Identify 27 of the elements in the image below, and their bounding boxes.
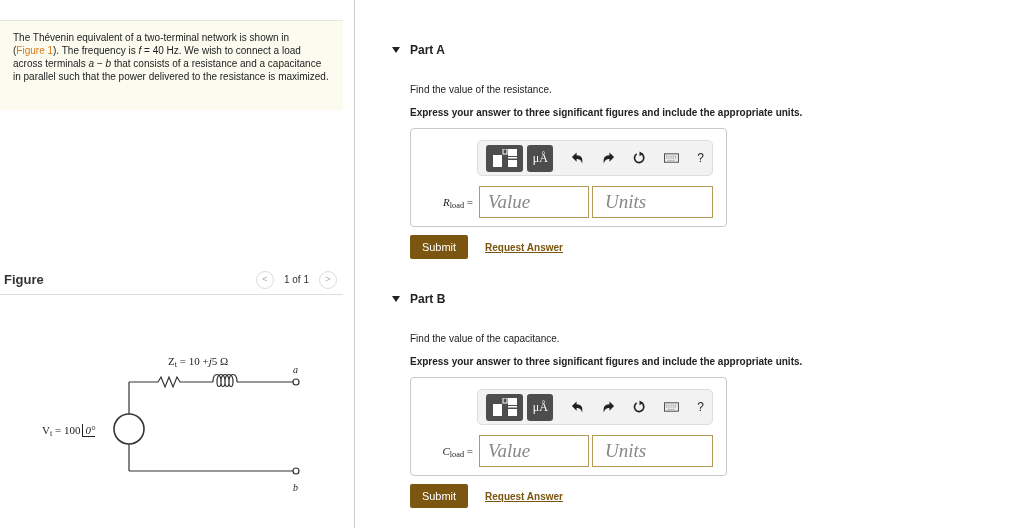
variable-label: R$_{load}$ = (443, 194, 473, 211)
answer-instruction: Express your answer to three significant figures and include the appropriate units. (410, 355, 803, 369)
help-button[interactable]: ? (697, 398, 704, 416)
value-field[interactable]: Value (479, 186, 589, 218)
part-title[interactable]: Part A (410, 41, 445, 59)
part-title[interactable]: Part B (410, 290, 446, 308)
request-answer-link[interactable]: Request Answer (485, 239, 563, 255)
answer-instruction: Express your answer to three significant figures and include the appropriate units. (410, 106, 803, 120)
terminal-label: b (293, 481, 298, 495)
submit-button[interactable]: Submit (410, 484, 468, 508)
submit-button[interactable]: Submit (410, 235, 468, 259)
units-button[interactable]: μÅ (527, 144, 554, 172)
request-answer-link[interactable]: Request Answer (485, 488, 563, 504)
terminal-label: a (293, 363, 298, 377)
question-prompt: Find the value of the capacitance. (410, 332, 561, 346)
impedance-label: Z$_{t}$ = 10 +j5 Ω (168, 354, 229, 370)
question-prompt: Find the value of the resistance. (410, 83, 553, 97)
variable-label: C$_{load}$ = (442, 443, 473, 460)
page-counter: 1 of 1 (283, 273, 309, 287)
figure-heading: Figure (4, 270, 44, 289)
units-field[interactable]: Units (592, 435, 713, 467)
units-field[interactable]: Units (592, 186, 713, 218)
value-field[interactable]: Value (479, 435, 589, 467)
units-button[interactable]: μÅ (527, 393, 554, 421)
problem-statement: The Thévenin equivalent of a two-terminal network is shown in (Figure 1). The frequency is f = 40 Hz. We wish to connect a load across terminals a − b that consists of a resistance and a capacitance in parallel such that the power delivered to the resistance is maximized. (13, 31, 330, 83)
source-label: V$_{t}$ = 100 0° (42, 423, 96, 439)
help-button[interactable]: ? (697, 149, 704, 167)
